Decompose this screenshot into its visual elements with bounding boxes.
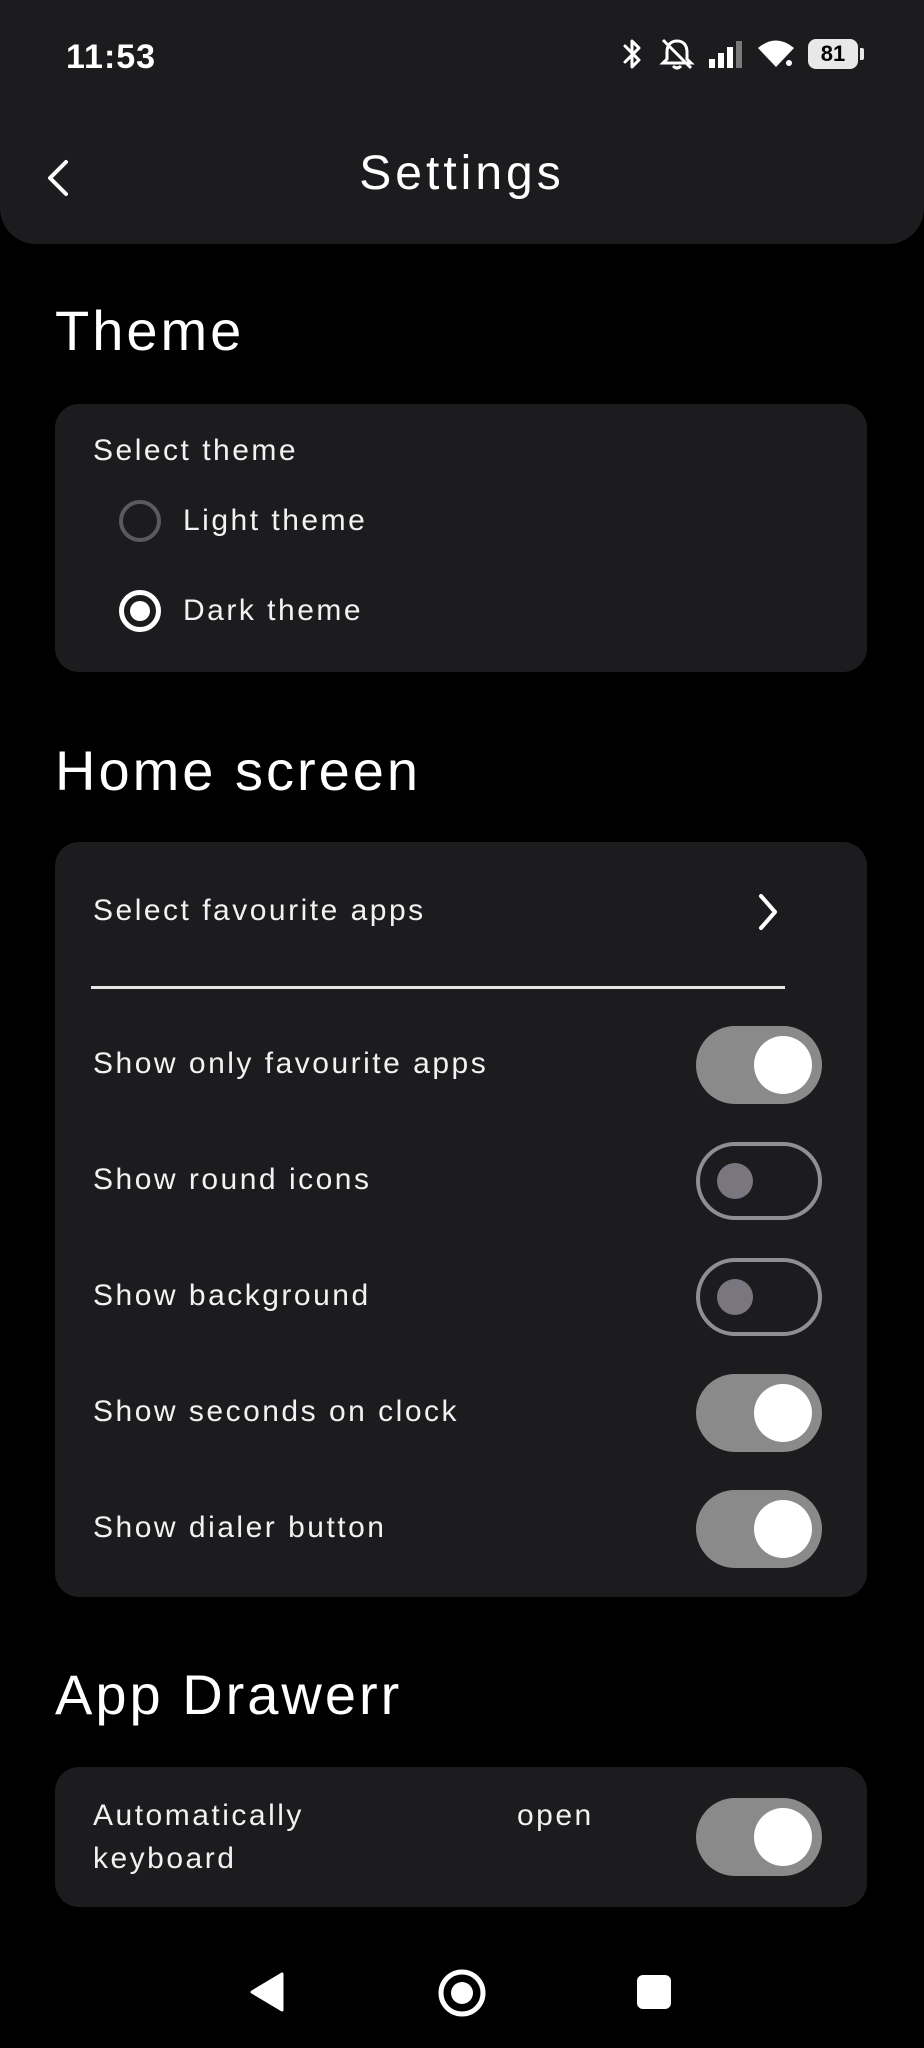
drawer-card: Automatically open keyboard xyxy=(55,1767,867,1907)
radio-button-selected[interactable] xyxy=(119,590,161,632)
toggle-background[interactable] xyxy=(696,1258,822,1336)
auto-keyboard-label-part2: open xyxy=(517,1799,594,1832)
nav-back-icon[interactable] xyxy=(248,1970,286,2014)
toggle-label-round-icons: Show round icons xyxy=(93,1163,372,1196)
drawer-section-title: App Drawerr xyxy=(55,1663,403,1726)
battery-level: 81 xyxy=(820,41,846,66)
wifi-icon xyxy=(756,38,796,70)
toggle-label-only-favourites: Show only favourite apps xyxy=(93,1047,489,1080)
divider xyxy=(91,986,785,989)
toggle-dialer[interactable] xyxy=(696,1490,822,1568)
theme-section-title: Theme xyxy=(55,299,245,362)
chevron-right-icon xyxy=(759,894,777,930)
page-title: Settings xyxy=(359,147,565,200)
radio-light-theme[interactable]: Light theme xyxy=(119,500,367,542)
select-theme-label: Select theme xyxy=(93,434,299,467)
toggle-label-dialer: Show dialer button xyxy=(93,1511,387,1544)
status-icons: 81 xyxy=(620,36,864,72)
auto-keyboard-label-part1: Automatically xyxy=(93,1799,304,1832)
toggle-label-background: Show background xyxy=(93,1279,371,1312)
home-section-title: Home screen xyxy=(55,739,422,802)
nav-home-icon[interactable] xyxy=(437,1968,487,2018)
radio-dark-theme[interactable]: Dark theme xyxy=(119,590,363,632)
theme-card: Select theme Light theme Dark theme xyxy=(55,404,867,672)
select-favourite-apps-row[interactable]: Select favourite apps xyxy=(55,842,867,992)
light-theme-label: Light theme xyxy=(183,504,368,537)
toggle-round-icons[interactable] xyxy=(696,1142,822,1220)
home-card: Select favourite apps Show only favourit… xyxy=(55,842,867,1597)
toggle-only-favourites[interactable] xyxy=(696,1026,822,1104)
toggle-auto-keyboard[interactable] xyxy=(696,1798,822,1876)
select-favourite-apps-label: Select favourite apps xyxy=(93,894,426,927)
status-time: 11:53 xyxy=(66,38,157,76)
toggle-label-seconds: Show seconds on clock xyxy=(93,1395,460,1428)
dark-theme-label: Dark theme xyxy=(183,594,364,627)
battery-icon: 81 xyxy=(808,39,864,69)
signal-icon xyxy=(708,39,744,69)
radio-button-unselected[interactable] xyxy=(119,500,161,542)
toggle-seconds[interactable] xyxy=(696,1374,822,1452)
notifications-off-icon xyxy=(658,36,696,72)
nav-recents-icon[interactable] xyxy=(636,1974,672,2010)
app-bar: 11:53 81 Settings xyxy=(0,0,924,244)
bluetooth-icon xyxy=(620,37,646,71)
auto-keyboard-label-part3: keyboard xyxy=(93,1842,237,1875)
system-nav-bar xyxy=(0,1940,924,2048)
